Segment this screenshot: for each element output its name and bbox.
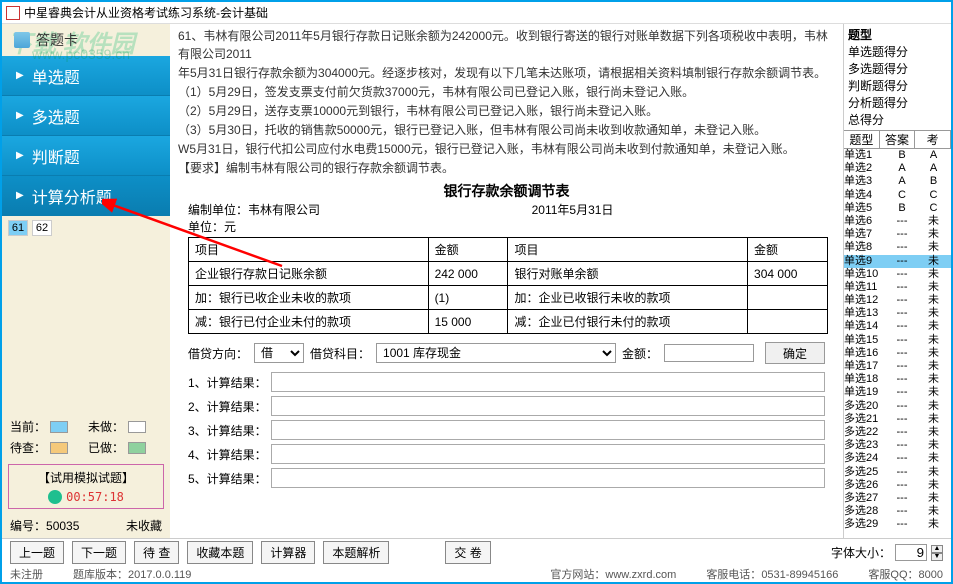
qa-row[interactable]: 单选11---未: [844, 281, 951, 294]
result-label-3: 3、计算结果：: [188, 422, 267, 439]
clock-icon: [48, 490, 62, 504]
score-title: 题型: [848, 26, 947, 43]
table-date: 2011年5月31日: [532, 201, 614, 218]
debit-label: 借贷方向：: [188, 345, 248, 362]
qa-header: 题型答案考: [844, 130, 951, 149]
qa-row[interactable]: 单选8---未: [844, 241, 951, 254]
result-label-5: 5、计算结果：: [188, 470, 267, 487]
content: 61、韦林有限公司2011年5月银行存款日记账余额为242000元。收到银行寄送…: [170, 24, 843, 538]
qa-list: 单选1BA单选2AA单选3AB单选4CC单选5BC单选6---未单选7---未单…: [844, 149, 951, 531]
timer: 00:57:18: [66, 490, 124, 504]
qa-row[interactable]: 单选4CC: [844, 189, 951, 202]
nav-single-choice[interactable]: 单选题: [2, 56, 170, 96]
pending-button[interactable]: 待 查: [134, 541, 179, 564]
fav-button[interactable]: 收藏本题: [187, 541, 253, 564]
qa-row[interactable]: 多选25---未: [844, 466, 951, 479]
debit-select[interactable]: 借: [254, 343, 304, 363]
swatch-pending: [50, 442, 68, 454]
qa-row[interactable]: 多选24---未: [844, 452, 951, 465]
question-numbers: 61 62: [2, 216, 170, 240]
legend-pending-label: 待查：: [10, 439, 46, 456]
qa-row[interactable]: 单选14---未: [844, 320, 951, 333]
qa-row[interactable]: 单选12---未: [844, 294, 951, 307]
qa-row[interactable]: 多选29---未: [844, 518, 951, 531]
legend-undone-label: 未做：: [88, 418, 124, 435]
sidebar: 答题卡 单选题 多选题 判断题 计算分析题 61 62 当前： 未做： 待查： …: [2, 24, 170, 538]
nav-multi-choice[interactable]: 多选题: [2, 96, 170, 136]
next-button[interactable]: 下一题: [72, 541, 126, 564]
legend-current-label: 当前：: [10, 418, 46, 435]
result-input-4[interactable]: [271, 444, 825, 464]
fontsize-up[interactable]: ▲: [931, 545, 943, 553]
qa-row[interactable]: 单选13---未: [844, 307, 951, 320]
entry-form: 借贷方向： 借 借贷科目： 1001 库存现金 金额： 确定: [178, 336, 835, 370]
fontsize-down[interactable]: ▼: [931, 553, 943, 561]
amount-input[interactable]: [664, 344, 754, 362]
qa-row[interactable]: 单选1BA: [844, 149, 951, 162]
result-label-2: 2、计算结果：: [188, 398, 267, 415]
qa-row[interactable]: 多选26---未: [844, 479, 951, 492]
result-label-1: 1、计算结果：: [188, 374, 267, 391]
subject-select[interactable]: 1001 库存现金: [376, 343, 616, 363]
qa-row[interactable]: 单选18---未: [844, 373, 951, 386]
calc-button[interactable]: 计算器: [261, 541, 315, 564]
fontsize-input[interactable]: [895, 544, 927, 561]
result-input-2[interactable]: [271, 396, 825, 416]
trial-label: 【试用模拟试题】: [13, 469, 159, 486]
unit: 单位：元: [178, 218, 835, 235]
swatch-done: [128, 442, 146, 454]
reg-status: 未注册: [10, 566, 43, 582]
nav-judge[interactable]: 判断题: [2, 136, 170, 176]
qa-row[interactable]: 多选27---未: [844, 492, 951, 505]
qa-row[interactable]: 单选7---未: [844, 228, 951, 241]
qa-row[interactable]: 单选9---未: [844, 255, 951, 268]
subject-label: 借贷科目：: [310, 345, 370, 362]
qnum-61[interactable]: 61: [8, 220, 28, 236]
statusbar: 未注册 题库版本：2017.0.0.119 官方网站：www.zxrd.com …: [2, 566, 951, 582]
result-label-4: 4、计算结果：: [188, 446, 267, 463]
sidebar-header: 答题卡: [2, 24, 170, 56]
result-input-1[interactable]: [271, 372, 825, 392]
nav-calc-analysis[interactable]: 计算分析题: [2, 176, 170, 216]
legend: 当前： 未做： 待查： 已做：: [2, 414, 170, 460]
qnum-62[interactable]: 62: [32, 220, 52, 236]
confirm-button[interactable]: 确定: [765, 342, 825, 364]
qa-row[interactable]: 多选22---未: [844, 426, 951, 439]
question-text: 61、韦林有限公司2011年5月银行存款日记账余额为242000元。收到银行寄送…: [178, 27, 835, 177]
fav-status: 未收藏: [126, 517, 162, 534]
result-input-3[interactable]: [271, 420, 825, 440]
table-title: 银行存款余额调节表: [178, 181, 835, 201]
adjustment-table: 项目金额项目金额 企业银行存款日记账余额242 000银行对账单余额304 00…: [188, 237, 828, 334]
qa-row[interactable]: 多选20---未: [844, 400, 951, 413]
trial-box: 【试用模拟试题】 00:57:18: [8, 464, 164, 509]
parse-button[interactable]: 本题解析: [323, 541, 389, 564]
result-input-5[interactable]: [271, 468, 825, 488]
qa-row[interactable]: 单选15---未: [844, 334, 951, 347]
fontsize-label: 字体大小：: [831, 544, 891, 561]
qa-row[interactable]: 单选10---未: [844, 268, 951, 281]
code-row: 编号：50035 未收藏: [2, 513, 170, 538]
qa-row[interactable]: 单选17---未: [844, 360, 951, 373]
titlebar: 中星睿典会计从业资格考试练习系统-会计基础: [2, 2, 951, 24]
qa-row[interactable]: 单选16---未: [844, 347, 951, 360]
amount-label: 金额：: [622, 345, 658, 362]
qa-row[interactable]: 多选23---未: [844, 439, 951, 452]
app-icon: [6, 6, 20, 20]
bottom-toolbar: 上一题 下一题 待 查 收藏本题 计算器 本题解析 交 卷 字体大小： ▲▼: [2, 538, 951, 566]
qa-row[interactable]: 单选3AB: [844, 175, 951, 188]
qa-row[interactable]: 多选21---未: [844, 413, 951, 426]
swatch-current: [50, 421, 68, 433]
submit-button[interactable]: 交 卷: [445, 541, 490, 564]
qa-row[interactable]: 多选28---未: [844, 505, 951, 518]
swatch-undone: [128, 421, 146, 433]
window-title: 中星睿典会计从业资格考试练习系统-会计基础: [24, 4, 268, 21]
qa-row[interactable]: 单选5BC: [844, 202, 951, 215]
qa-row[interactable]: 单选19---未: [844, 386, 951, 399]
score-panel: 题型 单选题得分 多选题得分 判断题得分 分析题得分 总得分 题型答案考 单选1…: [843, 24, 951, 538]
qa-row[interactable]: 单选2AA: [844, 162, 951, 175]
prev-button[interactable]: 上一题: [10, 541, 64, 564]
qa-row[interactable]: 单选6---未: [844, 215, 951, 228]
legend-done-label: 已做：: [88, 439, 124, 456]
